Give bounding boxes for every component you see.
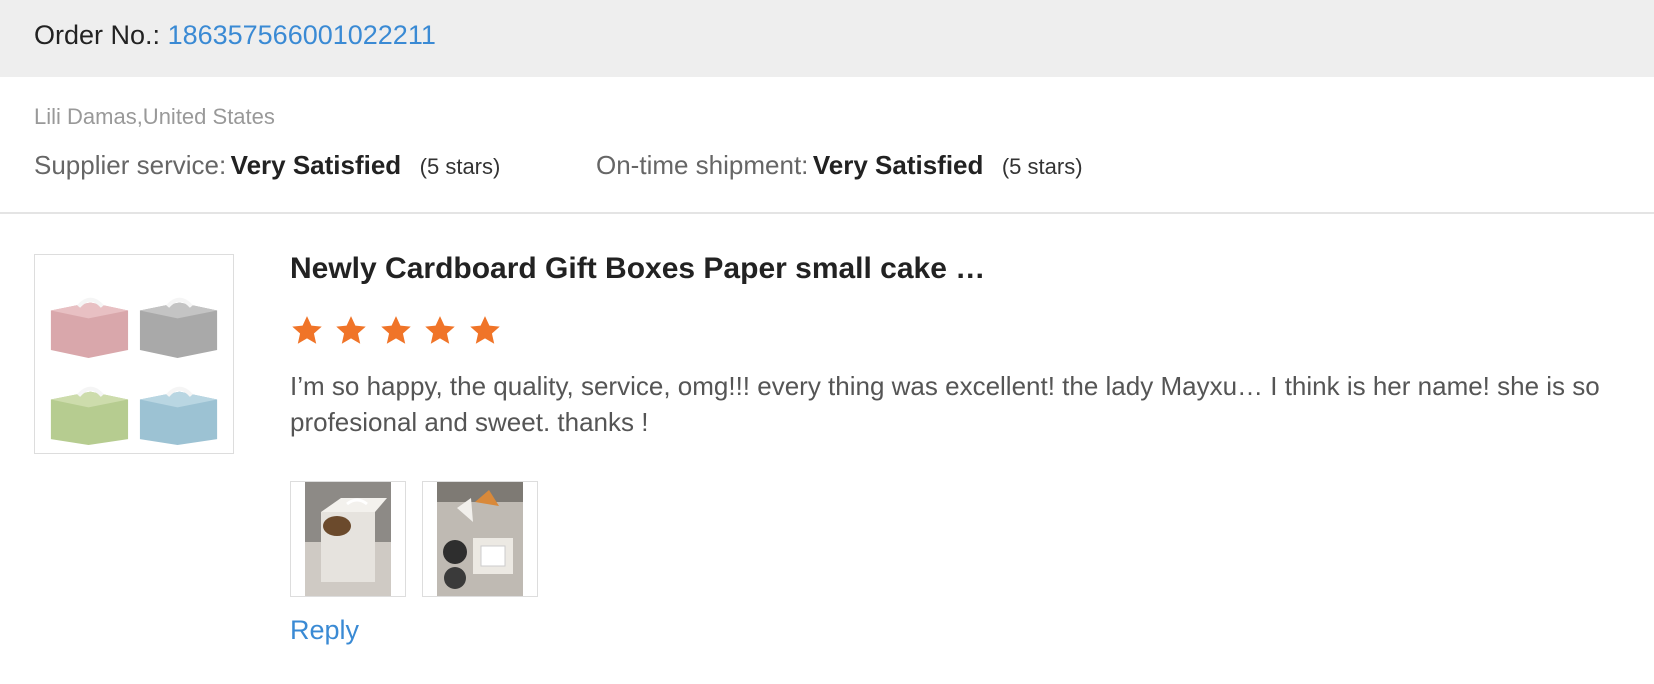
star-icon (379, 314, 413, 348)
packaged-items-photo (423, 482, 537, 596)
ontime-shipment-label: On-time shipment: (596, 150, 809, 180)
ontime-shipment-value: Very Satisfied (812, 150, 984, 180)
review-photo-2[interactable] (422, 481, 538, 597)
review-text: I’m so happy, the quality, service, omg!… (290, 371, 1600, 437)
star-icon (290, 314, 324, 348)
cake-boxes-image (41, 261, 227, 447)
supplier-service-label: Supplier service: (34, 150, 227, 180)
review-photo-1[interactable] (290, 481, 406, 597)
service-ratings: Supplier service: Very Satisfied (5 star… (34, 150, 1234, 186)
star-icon (334, 314, 368, 348)
product-title[interactable]: Newly Cardboard Gift Boxes Paper small c… (290, 252, 985, 286)
review-star-rating (290, 314, 508, 350)
ontime-shipment-rating: On-time shipment: Very Satisfied (5 star… (596, 150, 1083, 181)
order-number-line: Order No.: 186357566001022211 (34, 20, 436, 51)
order-number-label: Order No.: (34, 20, 161, 50)
order-header-bar: Order No.: 186357566001022211 (0, 0, 1654, 77)
reply-link[interactable]: Reply (290, 615, 359, 646)
cake-box-photo (291, 482, 405, 596)
section-divider (0, 212, 1654, 214)
supplier-service-stars-text: (5 stars) (419, 154, 501, 179)
star-icon (423, 314, 457, 348)
reviewer-name-location: Lili Damas,United States (34, 104, 275, 129)
product-thumbnail[interactable] (34, 254, 234, 454)
order-number-link[interactable]: 186357566001022211 (168, 20, 436, 50)
supplier-service-rating: Supplier service: Very Satisfied (5 star… (34, 150, 500, 181)
ontime-shipment-stars-text: (5 stars) (1001, 154, 1083, 179)
supplier-service-value: Very Satisfied (230, 150, 402, 180)
star-icon (468, 314, 502, 348)
